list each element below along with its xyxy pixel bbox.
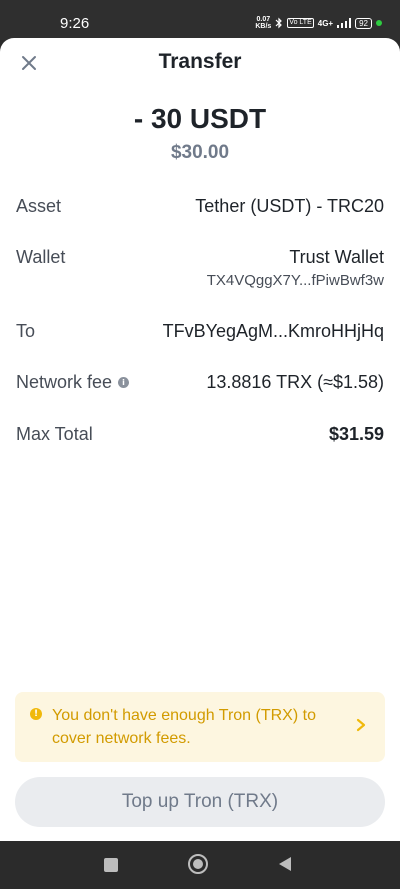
page-title: Transfer bbox=[158, 50, 242, 73]
transfer-amount-fiat: $30.00 bbox=[170, 142, 230, 163]
battery-indicator: 92 bbox=[355, 17, 372, 29]
volte-badge: Vo LTE bbox=[287, 18, 314, 28]
to-row: To TFvBYegAgM...KmroHHjHq bbox=[16, 321, 384, 351]
bluetooth-icon bbox=[275, 17, 283, 29]
status-bar: 9:26 0.07 KB/s Vo LTE 4G+ 92 bbox=[0, 0, 400, 40]
wallet-address: TX4VQggX7Y...fPiwBwf3w bbox=[206, 272, 384, 289]
wallet-name: Trust Wallet bbox=[289, 247, 384, 267]
status-time: 9:26 bbox=[60, 15, 90, 32]
insufficient-fee-warning[interactable]: ! You don't have enough Tron (TRX) to co… bbox=[15, 692, 385, 762]
privacy-dot-icon bbox=[376, 20, 382, 26]
network-fee-label: Network fee bbox=[16, 372, 113, 392]
network-fee-row: Network fee i 13.8816 TRX (≈$1.58) bbox=[16, 372, 384, 402]
info-icon[interactable]: i bbox=[118, 377, 130, 388]
wallet-label: Wallet bbox=[16, 247, 66, 267]
asset-label: Asset bbox=[16, 196, 62, 216]
status-icons: 0.07 KB/s Vo LTE 4G+ 92 bbox=[255, 15, 382, 31]
warning-icon: ! bbox=[30, 708, 42, 720]
back-icon[interactable] bbox=[278, 856, 292, 872]
system-nav-bar bbox=[0, 841, 400, 889]
net-speed-indicator: 0.07 KB/s bbox=[255, 16, 271, 30]
wallet-row: Wallet Trust Wallet TX4VQggX7Y...fPiwBwf… bbox=[16, 247, 384, 299]
to-label: To bbox=[16, 321, 36, 341]
chevron-right-icon[interactable] bbox=[355, 717, 367, 733]
asset-value: Tether (USDT) - TRC20 bbox=[195, 196, 384, 216]
net-speed-value: 0.07 bbox=[256, 16, 271, 23]
transfer-amount: - 30 USDT bbox=[133, 103, 267, 134]
net-speed-unit: KB/s bbox=[255, 23, 272, 30]
network-fee-label-group: Network fee i bbox=[16, 372, 130, 393]
signal-icon bbox=[337, 18, 352, 28]
recent-apps-icon[interactable] bbox=[104, 858, 118, 872]
top-up-button[interactable]: Top up Tron (TRX) bbox=[15, 777, 385, 827]
network-fee-value: 13.8816 TRX (≈$1.58) bbox=[206, 372, 384, 392]
transfer-sheet: Transfer - 30 USDT $30.00 Asset Tether (… bbox=[0, 38, 400, 841]
network-type-label: 4G+ bbox=[317, 18, 334, 28]
max-total-label: Max Total bbox=[16, 424, 93, 444]
to-address: TFvBYegAgM...KmroHHjHq bbox=[162, 321, 384, 341]
max-total-row: Max Total $31.59 bbox=[16, 424, 384, 454]
asset-row: Asset Tether (USDT) - TRC20 bbox=[16, 196, 384, 226]
warning-text: You don't have enough Tron (TRX) to cove… bbox=[52, 707, 316, 747]
home-icon[interactable] bbox=[188, 854, 208, 874]
max-total-value: $31.59 bbox=[328, 424, 384, 444]
